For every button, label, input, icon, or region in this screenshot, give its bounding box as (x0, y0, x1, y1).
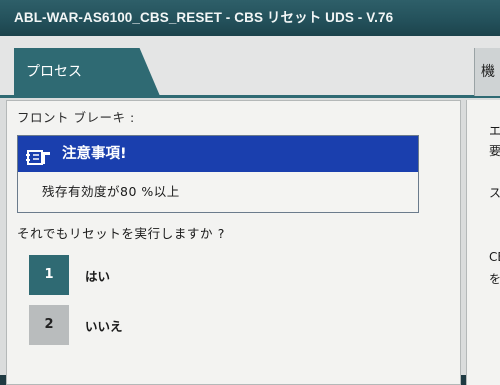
process-panel: フロント ブレーキ : 注意事項! 残存有効度が80 %以上 それでもリセットを… (6, 100, 461, 385)
notice-title: 注意事項! (62, 146, 127, 162)
side-text-line: ス (489, 186, 500, 200)
side-text-line: エ (489, 124, 500, 138)
option-yes-number[interactable]: 1 (29, 255, 69, 295)
side-text-line: を (489, 272, 500, 286)
option-yes[interactable]: 1 はい (29, 255, 110, 295)
notice-message: 残存有効度が80 %以上 (42, 184, 180, 199)
tab-function[interactable]: 機 (474, 48, 500, 96)
screen: プロセス 機 フロント ブレーキ : 注意事項! 残存有効度が80 %以上 それ… (0, 36, 500, 385)
window-title: ABL-WAR-AS6100_CBS_RESET - CBS リセット UDS … (0, 0, 500, 36)
tab-strip: プロセス 機 (0, 36, 500, 98)
tab-process[interactable]: プロセス (14, 48, 160, 96)
notice-box: 注意事項! 残存有効度が80 %以上 (17, 135, 419, 213)
option-yes-label[interactable]: はい (85, 266, 110, 285)
option-no[interactable]: 2 いいえ (29, 305, 123, 345)
notice-header: 注意事項! (18, 136, 418, 172)
option-no-number[interactable]: 2 (29, 305, 69, 345)
notebook-icon (26, 145, 52, 165)
side-panel: エ 要 ス CE を (466, 100, 500, 385)
side-text-line: 要 (489, 144, 500, 158)
section-label: フロント ブレーキ : (17, 110, 135, 125)
confirm-question: それでもリセットを実行しますか ? (17, 226, 225, 241)
option-no-label[interactable]: いいえ (85, 316, 123, 335)
side-text-line: CE (489, 250, 500, 264)
